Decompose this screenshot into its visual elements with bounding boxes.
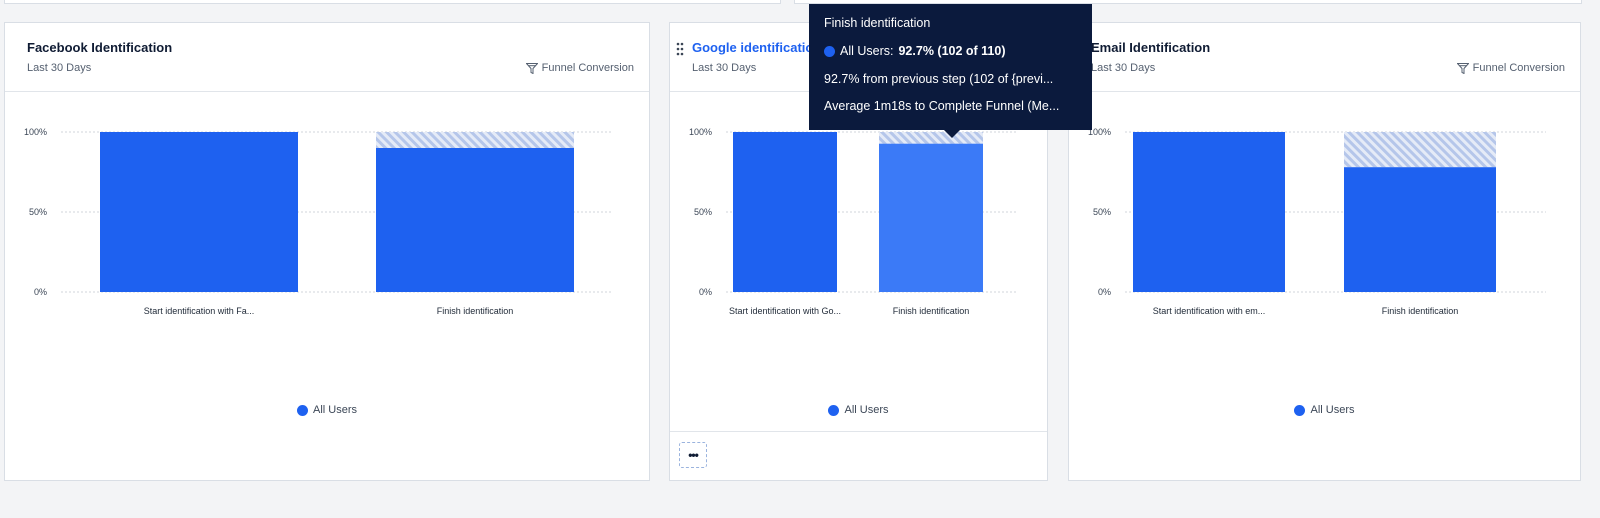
bar-chart: 100% 50% 0% Start identification with Fa...… — [24, 127, 613, 316]
conversion-bar[interactable] — [1344, 167, 1496, 292]
chart-legend[interactable]: All Users — [670, 404, 1047, 416]
tooltip-title: Finish identification — [824, 16, 931, 30]
bar-chart: 100% 50% 0% Start identification with Go...… — [689, 127, 1016, 316]
card-title[interactable]: Google identification — [692, 40, 821, 55]
chart-card-email: Email Identification Last 30 Days Funnel… — [1068, 22, 1581, 481]
tooltip-series-row: All Users: 92.7% (102 of 110) — [824, 44, 1080, 58]
card-date-range: Last 30 Days — [692, 62, 757, 74]
x-tick-label: Finish identification — [437, 306, 514, 316]
card-date-range: Last 30 Days — [1091, 62, 1156, 74]
y-tick-label: 100% — [689, 127, 712, 137]
funnel-icon — [1456, 62, 1469, 74]
conversion-bar[interactable] — [1133, 132, 1285, 292]
dropoff-bar[interactable] — [879, 132, 983, 144]
series-dot — [824, 45, 835, 57]
chart-card-facebook: Facebook Identification Last 30 Days Fun… — [4, 22, 650, 481]
conversion-bar[interactable] — [100, 132, 298, 292]
y-tick-label: 0% — [34, 287, 47, 297]
tooltip-average-time: Average 1m18s to Complete Funnel (Me... — [824, 99, 1060, 113]
y-tick-label: 0% — [1098, 287, 1111, 297]
x-tick-label: Finish identification — [893, 306, 970, 316]
funnel-conversion-text: Funnel Conversion — [1472, 62, 1565, 74]
more-options-button[interactable]: ••• — [679, 442, 707, 468]
card-header: Facebook Identification Last 30 Days Fun… — [5, 23, 649, 92]
dropoff-bar[interactable] — [376, 132, 574, 148]
top-panel-edge-left — [4, 0, 781, 4]
funnel-conversion-label: Funnel Conversion — [1456, 62, 1565, 74]
y-tick-label: 0% — [699, 287, 712, 297]
conversion-bar[interactable] — [879, 143, 983, 292]
funnel-icon — [525, 62, 538, 74]
tooltip-series-label: All Users: — [840, 44, 894, 58]
y-tick-label: 50% — [1093, 207, 1111, 217]
funnel-conversion-label: Funnel Conversion — [525, 62, 634, 74]
tooltip-step-conversion: 92.7% from previous step (102 of {previ.… — [824, 72, 1054, 86]
y-tick-label: 50% — [29, 207, 47, 217]
legend-label: All Users — [312, 404, 357, 416]
legend-dot — [1294, 404, 1306, 416]
x-tick-label: Start identification with em... — [1153, 306, 1266, 316]
chart-legend[interactable]: All Users — [5, 404, 649, 416]
legend-label: All Users — [844, 404, 889, 416]
x-tick-label: Finish identification — [1382, 306, 1459, 316]
funnel-conversion-text: Funnel Conversion — [541, 62, 634, 74]
card-header: Email Identification Last 30 Days Funnel… — [1069, 23, 1580, 92]
y-tick-label: 100% — [24, 127, 47, 137]
conversion-bar[interactable] — [376, 148, 574, 292]
y-tick-label: 50% — [694, 207, 712, 217]
card-footer: ••• — [670, 431, 1047, 480]
card-date-range: Last 30 Days — [27, 62, 92, 74]
card-title[interactable]: Email Identification — [1091, 40, 1210, 55]
tooltip-arrow — [944, 130, 960, 138]
drag-handle-icon[interactable] — [676, 42, 684, 56]
x-tick-label: Start identification with Fa... — [144, 306, 255, 316]
card-title[interactable]: Facebook Identification — [27, 40, 172, 55]
legend-dot — [296, 404, 308, 416]
legend-dot — [828, 404, 840, 416]
dropoff-bar[interactable] — [1344, 132, 1496, 168]
chart-tooltip: Finish identification All Users: 92.7% (… — [809, 4, 1092, 138]
x-tick-label: Start identification with Go... — [729, 306, 841, 316]
tooltip-series-value: 92.7% (102 of 110) — [898, 44, 1006, 58]
chart-legend[interactable]: All Users — [1069, 404, 1580, 416]
bar-chart: 100%50%0%Start identification with em...… — [1088, 127, 1546, 316]
conversion-bar[interactable] — [733, 132, 837, 292]
legend-label: All Users — [1310, 404, 1355, 416]
